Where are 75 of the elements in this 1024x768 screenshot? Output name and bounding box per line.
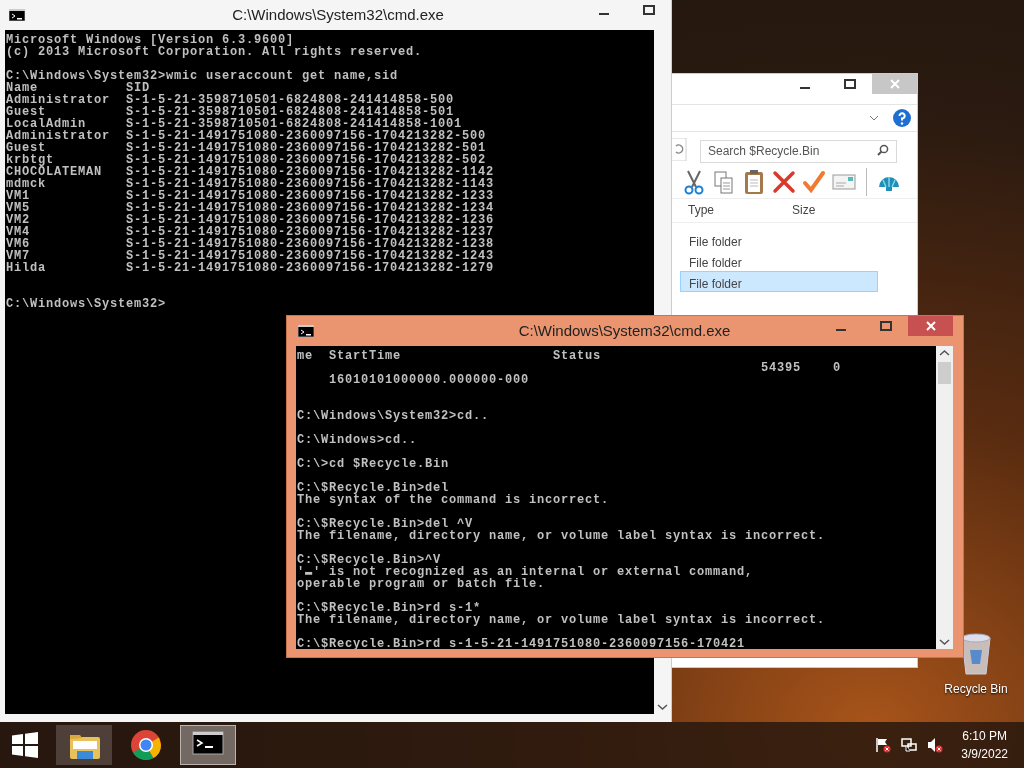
clock-time[interactable]: 6:10 PM (961, 727, 1008, 745)
console-line: operable program or batch file. (297, 578, 546, 590)
console-line: 16010101000000.000000-000 (328, 374, 530, 386)
network-icon[interactable] (901, 737, 918, 753)
volume-muted-icon[interactable] (927, 737, 944, 753)
console-line: Administrator S-1-5-21-1491751080-2360097156-1704213282-500 (6, 130, 487, 142)
console-line: VM4 S-1-5-21-1491751080-2360097156-1704213282-1237 (6, 226, 495, 238)
clipboard-icon[interactable] (742, 169, 766, 195)
minimize-icon (598, 13, 609, 15)
file-row[interactable]: File folder (680, 270, 878, 292)
maximize-icon (879, 321, 892, 331)
minimize-icon (799, 87, 810, 89)
close-button[interactable] (908, 316, 953, 336)
console-line: Microsoft Windows [Version 6.3.9600] (6, 34, 295, 46)
close-icon (925, 321, 936, 331)
console-line: VM2 S-1-5-21-1491751080-2360097156-1704213282-1236 (6, 214, 495, 226)
scissors-icon[interactable] (682, 169, 706, 195)
console-line: C:\$Recycle.Bin>del ^V (297, 518, 474, 530)
window-title: C:\Windows\System32\cmd.exe (518, 321, 731, 339)
icon-label[interactable]: Recycle Bin (944, 680, 1008, 698)
console-line: VM6 S-1-5-21-1491751080-2360097156-1704213282-1238 (6, 238, 495, 250)
search-field[interactable]: Search $Recycle.Bin (700, 139, 897, 163)
help-icon[interactable] (893, 109, 911, 127)
column-header[interactable]: Size (792, 201, 816, 219)
console-line: The syntax of the command is incorrect. (297, 494, 610, 506)
window-title: C:\Windows\System32\cmd.exe (232, 5, 444, 23)
chevron-down-icon[interactable] (869, 115, 879, 121)
console-line: Administrator S-1-5-21-3598710501-6824808-241414858-500 (6, 94, 455, 106)
console-line: VM5 S-1-5-21-1491751080-2360097156-1704213282-1234 (6, 202, 495, 214)
console-icon (9, 9, 25, 21)
console-line: me StartTime Status (297, 350, 602, 362)
console-line: LocalAdmin S-1-5-21-3598710501-6824808-241414858-1001 (6, 118, 463, 130)
console-line: 54395 0 (760, 362, 842, 374)
refresh-icon[interactable] (672, 138, 688, 161)
delete-icon[interactable] (772, 169, 796, 195)
console-line: mdmck S-1-5-21-1491751080-2360097156-1704213282-1143 (6, 178, 495, 190)
console-line: Name SID (6, 82, 151, 94)
file-row[interactable]: File folder (680, 249, 878, 271)
file-row[interactable]: File folder (680, 228, 878, 250)
scrollbar[interactable] (936, 346, 953, 649)
console-line: Guest S-1-5-21-3598710501-6824808-241414858-501 (6, 106, 455, 118)
taskbar-button[interactable] (180, 725, 236, 765)
console-line: C:\$Recycle.Bin>rd s-1* (297, 602, 482, 614)
console-line: C:\Windows\System32>cd.. (297, 410, 490, 422)
maximize-icon (843, 79, 856, 89)
console-line: VM1 S-1-5-21-1491751080-2360097156-1704213282-1233 (6, 190, 495, 202)
windows-logo-icon (12, 732, 38, 758)
browser-icon (130, 729, 162, 761)
console-line: Hilda S-1-5-21-1491751080-2360097156-1704213282-1279 (6, 262, 495, 274)
console-line: C:\$Recycle.Bin>rd s-1-5-21-1491751080-2360097156-170421 (297, 638, 746, 649)
console-line: C:\Windows>cd.. (297, 434, 418, 446)
search-icon (877, 144, 889, 156)
checkmark-icon[interactable] (802, 169, 826, 195)
column-header[interactable]: Type (688, 201, 792, 219)
console-line: Guest S-1-5-21-1491751080-2360097156-1704213282-501 (6, 142, 487, 154)
console-line: VM7 S-1-5-21-1491751080-2360097156-1704213282-1243 (6, 250, 495, 262)
close-icon (889, 79, 900, 89)
console-line: (c) 2013 Microsoft Corporation. All rights reserved. (6, 46, 423, 58)
console-line: C:\>cd $Recycle.Bin (297, 458, 450, 470)
clock-date[interactable]: 3/9/2022 (961, 745, 1008, 763)
console-line: C:\Windows\System32>wmic useraccount get name,sid (6, 70, 399, 82)
console-icon (298, 325, 314, 337)
console-line: '▬' is not recognized as an internal or external command, (297, 566, 754, 578)
scroll-thumb[interactable] (938, 362, 951, 384)
console-line: The filename, directory name, or volume label syntax is incorrect. (297, 530, 826, 542)
console-line: C:\$Recycle.Bin>del (297, 482, 450, 494)
taskbar-button[interactable] (56, 725, 112, 765)
console-line: The filename, directory name, or volume label syntax is incorrect. (297, 614, 826, 626)
console-line: C:\$Recycle.Bin>^V (297, 554, 442, 566)
console-line: CHOCOLATEMAN S-1-5-21-1491751080-2360097156-1704213282-1142 (6, 166, 495, 178)
maximize-icon (642, 5, 655, 15)
flag-icon[interactable] (875, 737, 892, 753)
console-line: C:\Windows\System32> (6, 298, 167, 310)
minimize-icon (835, 329, 846, 331)
console-line: krbtgt S-1-5-21-1491751080-2360097156-1704213282-502 (6, 154, 487, 166)
